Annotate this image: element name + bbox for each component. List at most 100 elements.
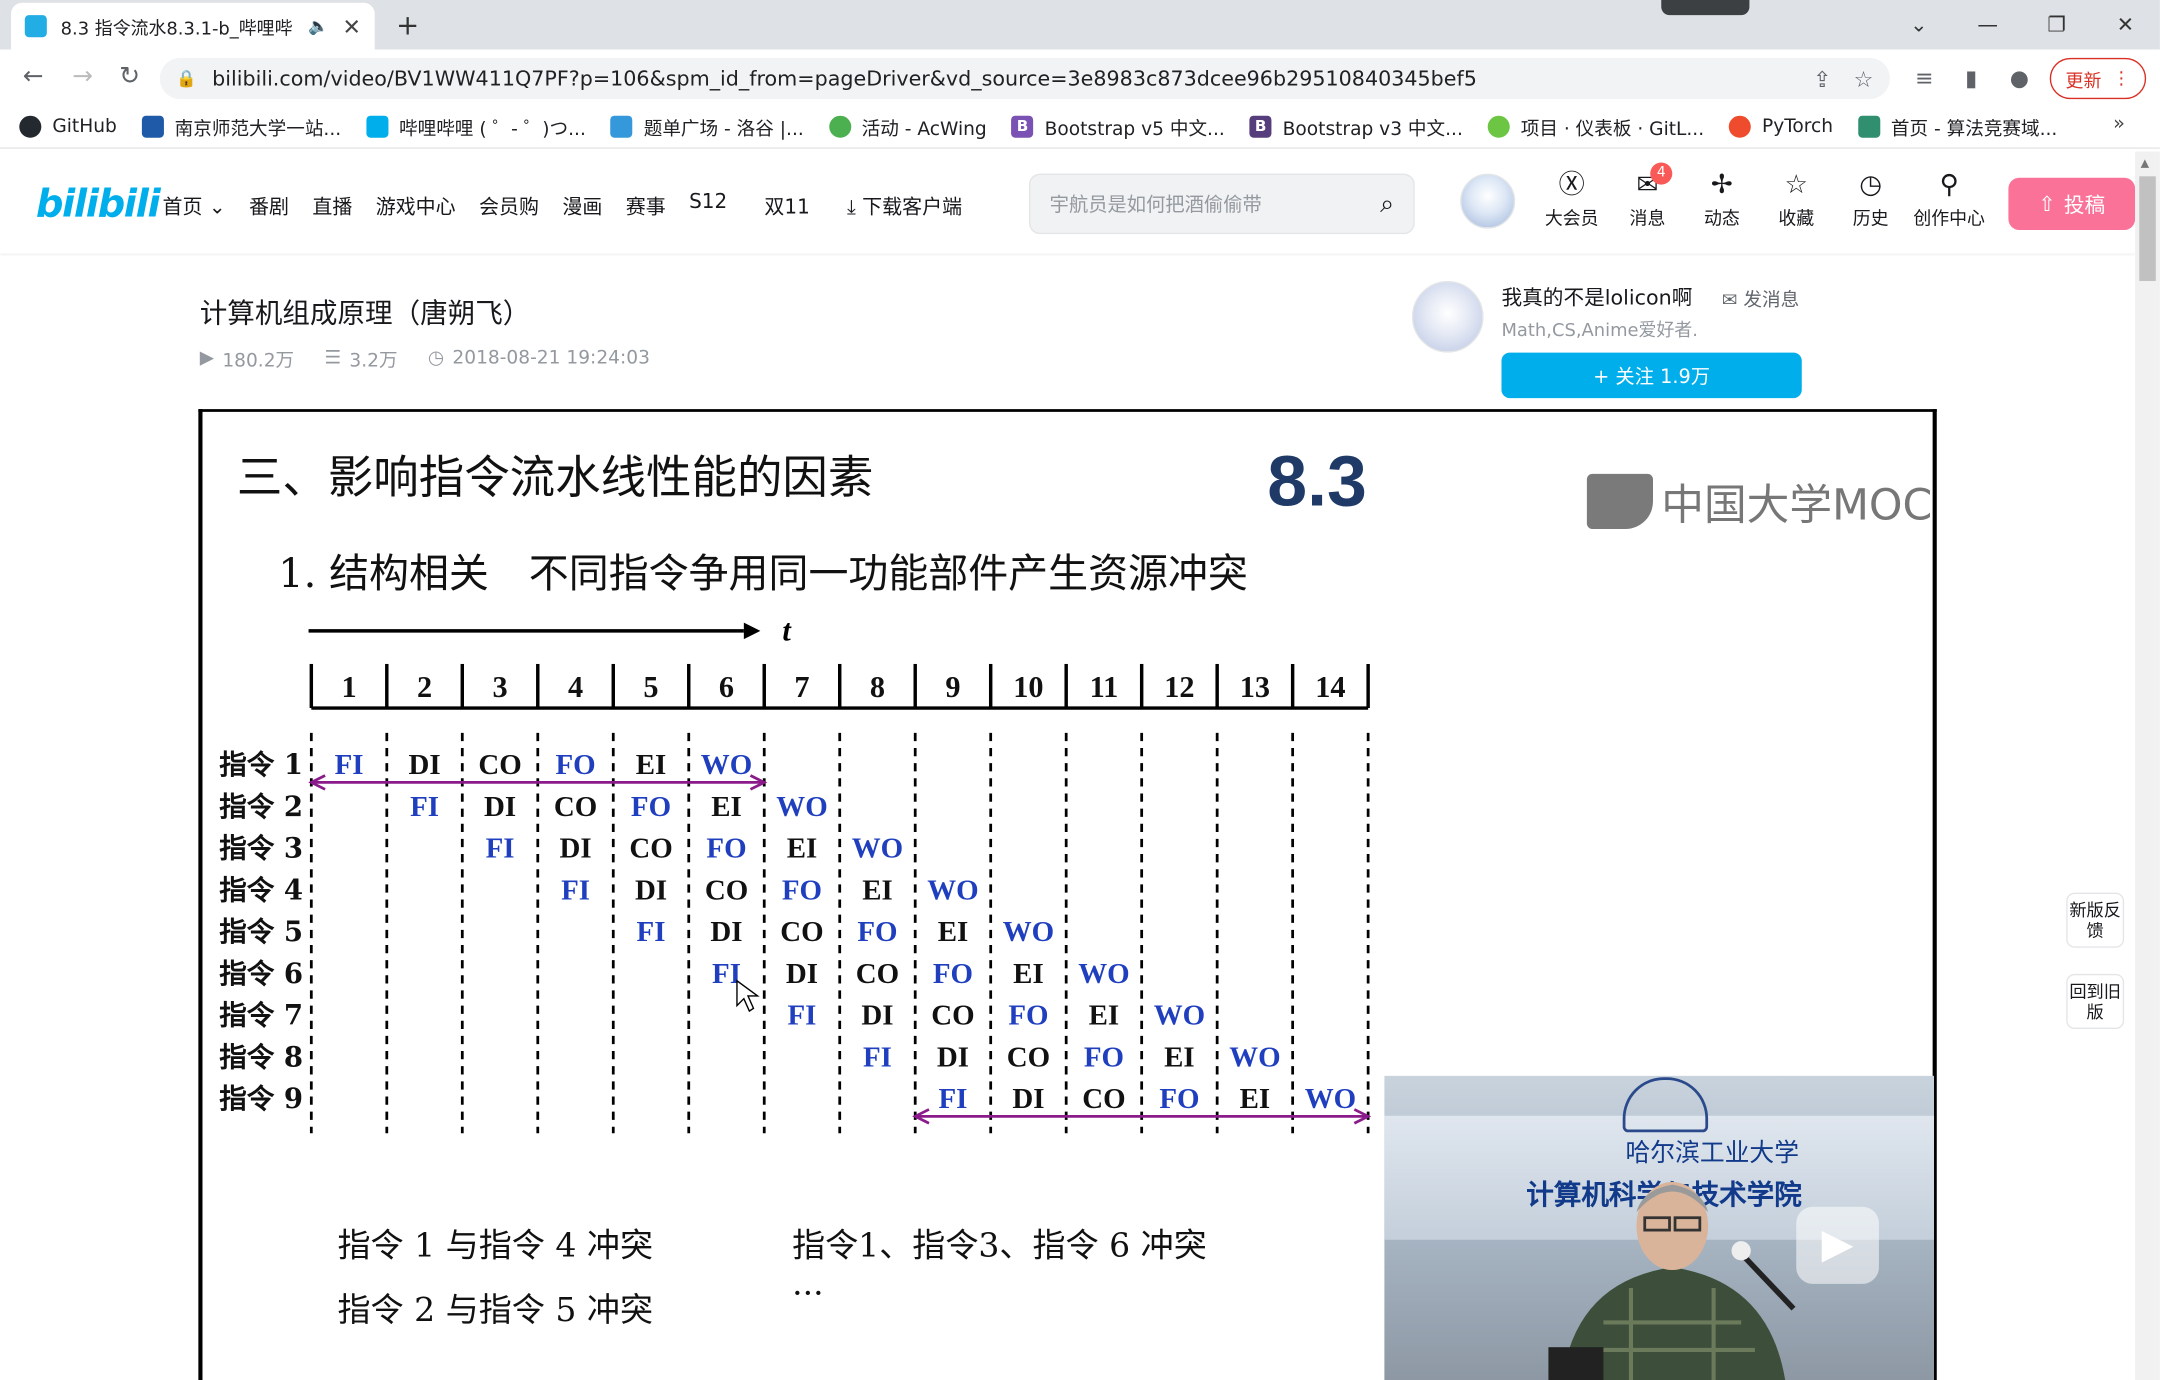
bookmark-item[interactable]: 题单广场 - 洛谷 |... xyxy=(610,112,804,140)
search-input[interactable]: 宇航员是如何把酒偷偷带 xyxy=(1050,190,1380,218)
bilibili-logo[interactable]: bilibili xyxy=(36,180,161,225)
close-window-icon[interactable]: ✕ xyxy=(2105,8,2146,41)
cycle-number: 3 xyxy=(492,670,507,704)
bookmark-item[interactable]: 项目 · 仪表板 · GitL... xyxy=(1487,112,1705,140)
restore-icon[interactable]: ❐ xyxy=(2036,8,2077,41)
bookmark-label: 南京师范大学一站... xyxy=(174,117,342,140)
cycle-number: 11 xyxy=(1090,670,1119,704)
pipeline-stage: FO xyxy=(857,916,897,948)
reload-icon[interactable]: ↻ xyxy=(113,61,146,94)
instruction-label: 指令 2 xyxy=(219,791,303,823)
danmaku-count: ☰ 3.2万 xyxy=(324,344,397,372)
bookmark-label: GitHub xyxy=(52,115,117,138)
more-menu-icon: ⋮ xyxy=(2112,68,2131,89)
play-button-icon[interactable]: ▶ xyxy=(1796,1206,1879,1284)
nav-item-shop[interactable]: 会员购 xyxy=(479,191,539,220)
bookmark-item[interactable]: GitHub xyxy=(19,115,117,138)
minimize-icon[interactable]: — xyxy=(1967,8,2008,41)
pipeline-stage: CO xyxy=(554,791,597,823)
bookmark-item[interactable]: 活动 - AcWing xyxy=(828,112,987,140)
speaker-icon[interactable]: 🔈 xyxy=(308,17,329,36)
bookmark-label: 哔哩哔哩 ( ゜- ゜)つ... xyxy=(399,117,586,140)
profile-icon[interactable]: ● xyxy=(2004,63,2034,93)
new-tab-icon[interactable]: + xyxy=(391,8,424,41)
scroll-up-icon[interactable]: ▲ xyxy=(2141,157,2149,169)
pipeline-stage: CO xyxy=(705,874,748,906)
search-icon[interactable]: ⌕ xyxy=(1380,189,1394,218)
lecturer-figure xyxy=(1548,1181,1796,1380)
header-vip[interactable]: Ⓧ 大会员 xyxy=(1533,168,1610,230)
uploader-name[interactable]: 我真的不是lolicon啊 xyxy=(1501,282,1692,311)
nav-item-match[interactable]: 赛事 xyxy=(626,191,666,220)
bookmark-item[interactable]: PyTorch xyxy=(1728,115,1834,138)
header-dynamic[interactable]: ✢ 动态 xyxy=(1683,168,1760,230)
instruction-label: 指令 5 xyxy=(219,916,303,948)
time-arrow-head xyxy=(743,622,761,640)
acwing-icon xyxy=(828,115,851,138)
pipeline-stage: FI xyxy=(486,833,515,865)
bookmark-item[interactable]: 哔哩哔哩 ( ゜- ゜)つ... xyxy=(365,112,586,140)
back-to-old-version-button[interactable]: 回到旧版 xyxy=(2066,973,2125,1029)
pipeline-stage: DI xyxy=(937,1041,969,1073)
reading-list-icon[interactable]: ≡ xyxy=(1909,63,1939,93)
nav-item-s12[interactable]: S12 xyxy=(689,191,727,220)
header-messages[interactable]: ✉ 消息 xyxy=(1609,168,1686,230)
bookmarks-overflow-icon[interactable]: » xyxy=(2113,113,2125,135)
pipeline-stage: WO xyxy=(852,833,903,865)
bookmark-label: Bootstrap v3 中文... xyxy=(1282,117,1463,140)
upload-button[interactable]: ⇧ 投稿 xyxy=(2008,177,2136,231)
scrollbar-thumb[interactable] xyxy=(2139,176,2156,282)
nav-item-double11[interactable]: 双11 xyxy=(764,191,809,220)
side-panel-icon[interactable]: ▮ xyxy=(1956,63,1986,93)
cycle-number: 7 xyxy=(794,670,809,704)
address-bar[interactable]: 🔒 bilibili.com/video/BV1WW411Q7PF?p=106&… xyxy=(159,57,1890,100)
luogu-icon xyxy=(610,115,633,138)
share-icon[interactable]: ⇪ xyxy=(1813,65,1831,91)
update-button[interactable]: 更新 ⋮ xyxy=(2049,57,2147,100)
uploader-avatar[interactable] xyxy=(1411,281,1484,353)
mooc-logo: 中国大学MOC xyxy=(1586,470,1932,532)
pipeline-stage: DI xyxy=(559,833,591,865)
bookmark-label: 首页 - 算法竞赛域... xyxy=(1890,117,2058,140)
bookmark-star-icon[interactable]: ☆ xyxy=(1854,65,1874,91)
bookmark-item[interactable]: B Bootstrap v5 中文... xyxy=(1011,112,1225,140)
nav-item-manga[interactable]: 漫画 xyxy=(562,191,602,220)
history-icon: ◷ xyxy=(1859,169,1883,200)
send-message-link[interactable]: ✉ 发消息 xyxy=(1721,284,1799,312)
lock-icon[interactable]: 🔒 xyxy=(176,69,197,88)
page-scrollbar[interactable] xyxy=(2135,151,2160,1380)
bookmark-item[interactable]: 南京师范大学一站... xyxy=(141,112,342,140)
instruction-label: 指令 9 xyxy=(219,1083,303,1115)
nav-item-home[interactable]: 首页 ⌄ xyxy=(163,191,226,220)
video-title: 计算机组成原理（唐朔飞） xyxy=(199,296,531,330)
nav-item-live[interactable]: 直播 xyxy=(312,191,352,220)
header-history[interactable]: ◷ 历史 xyxy=(1832,168,1909,230)
back-icon[interactable]: ← xyxy=(17,61,50,94)
pipeline-stage: FI xyxy=(939,1083,968,1115)
url-text[interactable]: bilibili.com/video/BV1WW411Q7PF?p=106&sp… xyxy=(212,66,1791,91)
bookmark-label: PyTorch xyxy=(1761,115,1834,138)
bookmark-item[interactable]: B Bootstrap v3 中文... xyxy=(1249,112,1463,140)
instruction-label: 指令 1 xyxy=(219,749,303,781)
nav-item-download[interactable]: ⤓ 下载客户端 xyxy=(847,191,962,220)
nav-item-anime[interactable]: 番剧 xyxy=(249,191,289,220)
follow-button[interactable]: + 关注 1.9万 xyxy=(1501,352,1802,399)
forward-icon[interactable]: → xyxy=(66,61,99,94)
close-tab-icon[interactable]: ✕ xyxy=(342,13,360,39)
search-box[interactable]: 宇航员是如何把酒偷偷带 ⌕ xyxy=(1028,173,1415,235)
header-creator[interactable]: ⚲ 创作中心 xyxy=(1906,168,1991,230)
new-version-feedback-button[interactable]: 新版反馈 xyxy=(2066,892,2125,948)
tab-search-icon[interactable]: ⌄ xyxy=(1898,8,1939,41)
nav-item-games[interactable]: 游戏中心 xyxy=(376,191,456,220)
browser-tab[interactable]: 8.3 指令流水8.3.1-b_哔哩哔 🔈 ✕ xyxy=(11,2,375,50)
bookmark-label: 项目 · 仪表板 · GitL... xyxy=(1520,117,1705,140)
pipeline-stage: EI xyxy=(1013,958,1044,990)
dynamic-icon: ✢ xyxy=(1710,169,1733,200)
user-avatar[interactable] xyxy=(1460,173,1516,229)
cycle-number: 12 xyxy=(1164,670,1194,704)
bookmark-item[interactable]: 首页 - 算法竞赛域... xyxy=(1857,112,2058,140)
upload-label: 投稿 xyxy=(2063,192,2106,217)
header-favorites[interactable]: ☆ 收藏 xyxy=(1758,168,1835,230)
slide-section-number: 8.3 xyxy=(1267,442,1367,523)
mail-icon: ✉ xyxy=(1721,289,1738,312)
